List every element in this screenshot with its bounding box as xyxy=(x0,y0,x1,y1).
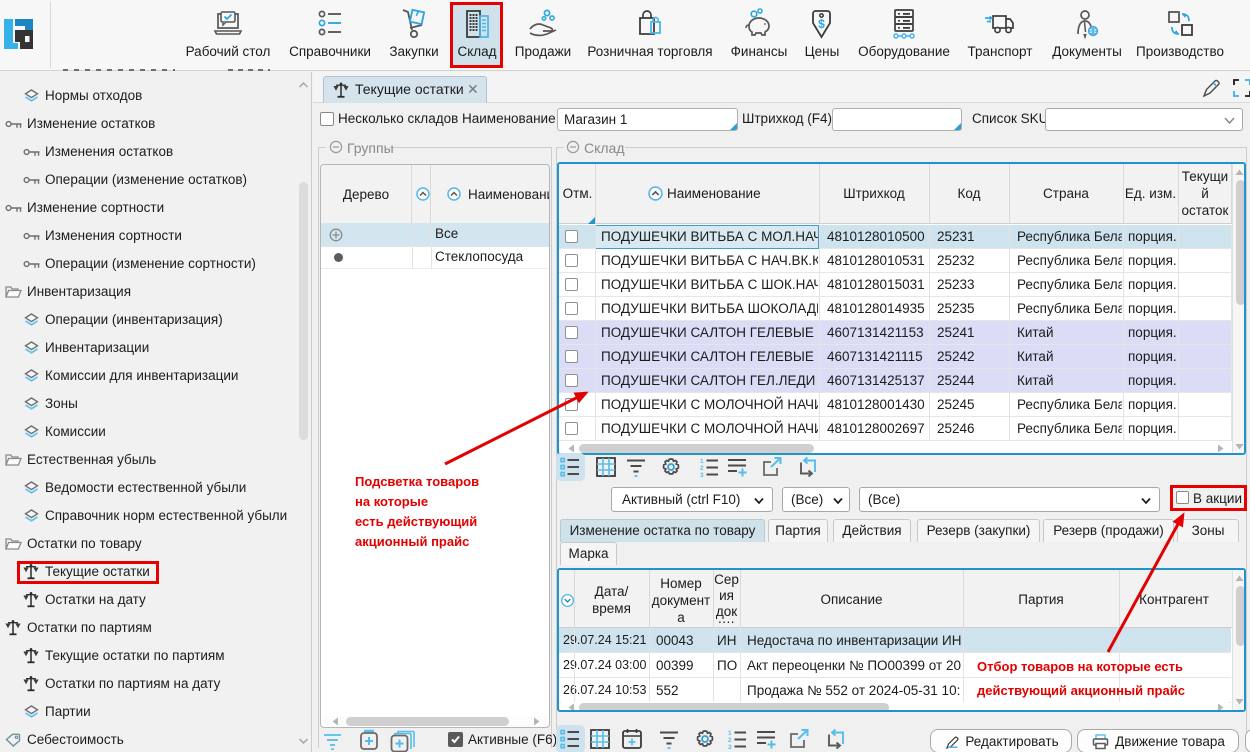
svg-text:3: 3 xyxy=(728,744,732,750)
svg-text:1: 1 xyxy=(728,730,732,737)
svg-text:$: $ xyxy=(818,17,825,31)
svg-text:2: 2 xyxy=(728,737,732,744)
svg-text:2: 2 xyxy=(700,465,704,472)
svg-text:3: 3 xyxy=(700,472,704,478)
svg-text:1: 1 xyxy=(700,458,704,465)
